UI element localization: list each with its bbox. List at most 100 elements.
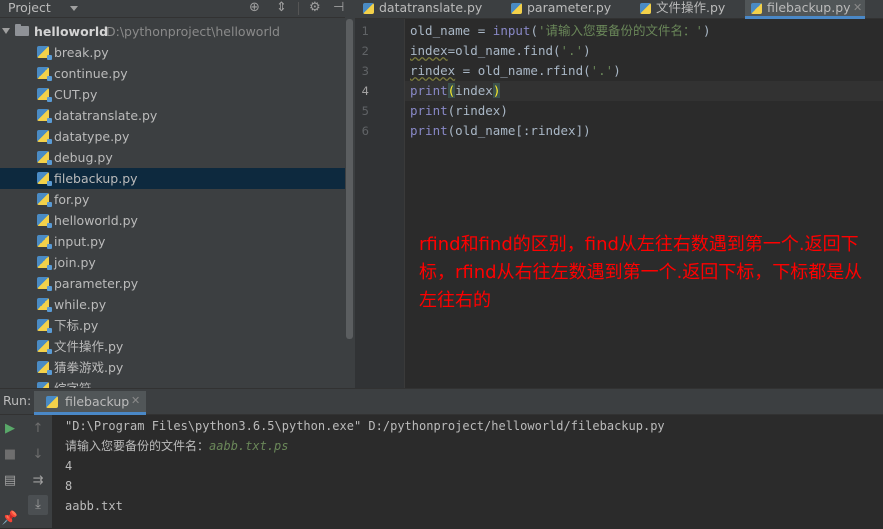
run-toolbar: ▶ ↑ ■ ↓ ▤ ⇉ ⤓ 📌 — [0, 415, 52, 528]
root-folder-name: helloworld — [34, 24, 109, 39]
file-name: join.py — [54, 255, 96, 270]
hide-icon[interactable]: ⊣ — [333, 0, 344, 16]
code-string: '请输入您要备份的文件名：' — [537, 23, 704, 38]
tree-file[interactable]: 综字符 — [0, 378, 345, 388]
console-user-input: aabb.txt.ps — [209, 439, 289, 453]
folder-icon — [15, 24, 29, 36]
code-token: index — [455, 83, 493, 98]
code-token: ) — [703, 23, 711, 38]
tree-file[interactable]: CUT.py — [0, 84, 345, 105]
tree-file[interactable]: continue.py — [0, 63, 345, 84]
active-tab-indicator — [745, 16, 865, 19]
file-name: filebackup.py — [54, 171, 138, 186]
python-file-icon — [37, 361, 52, 375]
tab-parameter[interactable]: parameter.py — [505, 0, 615, 18]
tree-file[interactable]: while.py — [0, 294, 345, 315]
code-token-warning: rindex — [410, 63, 456, 78]
project-panel-header: Project ⊕ ⇕ ⚙ ⊣ — [0, 0, 355, 18]
pin-icon[interactable]: 📌 — [0, 509, 20, 529]
code-line: print(old_name[:rindex]) — [410, 121, 591, 141]
python-file-icon — [37, 46, 52, 60]
python-file-icon — [37, 151, 52, 165]
code-keyword: print — [410, 83, 448, 98]
code-token: (old_name[:rindex]) — [447, 123, 591, 138]
close-icon[interactable]: ✕ — [131, 394, 140, 407]
target-icon[interactable]: ⊕ — [249, 0, 260, 16]
python-file-icon — [37, 193, 52, 207]
tab-filebackup[interactable]: filebackup.py ✕ — [745, 0, 865, 19]
python-file-icon — [363, 3, 374, 14]
arrow-down-icon[interactable]: ↓ — [28, 445, 48, 465]
tree-file[interactable]: 下标.py — [0, 315, 345, 336]
python-file-icon — [37, 109, 52, 123]
python-file-icon — [37, 277, 52, 291]
tree-file[interactable]: join.py — [0, 252, 345, 273]
chevron-down-icon[interactable] — [70, 6, 78, 11]
close-icon[interactable]: ✕ — [853, 0, 862, 16]
expand-arrow-icon[interactable] — [2, 28, 10, 34]
stop-icon[interactable]: ■ — [0, 445, 20, 465]
tree-file[interactable]: break.py — [0, 42, 345, 63]
file-name: 猜拳游戏.py — [54, 360, 124, 375]
tree-file-selected[interactable]: filebackup.py — [0, 168, 345, 189]
gear-icon[interactable]: ⚙ — [309, 0, 321, 16]
tab-file-operations[interactable]: 文件操作.py — [634, 0, 739, 18]
code-line: index=old_name.find('.') — [410, 41, 591, 61]
console-line: "D:\Program Files\python3.6.5\python.exe… — [65, 419, 665, 433]
tree-file[interactable]: helloworld.py — [0, 210, 345, 231]
file-name: 文件操作.py — [54, 339, 124, 354]
tree-file[interactable]: debug.py — [0, 147, 345, 168]
tree-file[interactable]: input.py — [0, 231, 345, 252]
tree-file[interactable]: for.py — [0, 189, 345, 210]
code-token-warning: index — [410, 43, 448, 58]
line-number-gutter: 1 2 3 4 5 6 — [355, 19, 405, 388]
tree-file[interactable]: datatranslate.py — [0, 105, 345, 126]
python-file-icon — [37, 214, 52, 228]
scroll-to-end-icon[interactable]: ⤓ — [28, 495, 48, 515]
python-file-icon — [37, 256, 52, 270]
arrow-up-icon[interactable]: ↑ — [28, 419, 48, 439]
project-tree: helloworld D:\pythonproject\helloworld b… — [0, 21, 345, 388]
soft-wrap-icon[interactable]: ⇉ — [28, 471, 48, 491]
file-name: datatype.py — [54, 129, 130, 144]
code-token: ) — [613, 63, 621, 78]
python-file-icon — [511, 3, 522, 14]
run-tab-filebackup[interactable]: filebackup ✕ — [34, 391, 146, 415]
run-icon[interactable]: ▶ — [0, 419, 20, 439]
code-token: old_name = — [410, 23, 493, 38]
run-tab-label: filebackup — [65, 394, 130, 409]
code-keyword: print — [410, 123, 448, 138]
collapse-icon[interactable]: ⇕ — [276, 0, 287, 16]
file-name: break.py — [54, 45, 109, 60]
file-name: datatranslate.py — [54, 108, 158, 123]
file-name: 下标.py — [54, 318, 99, 333]
code-string: '.' — [560, 43, 584, 58]
code-keyword: print — [410, 103, 448, 118]
scrollbar-thumb[interactable] — [346, 19, 353, 339]
tab-label: datatranslate.py — [379, 0, 483, 15]
python-file-icon — [37, 172, 52, 186]
file-name: for.py — [54, 192, 90, 207]
tree-file[interactable]: parameter.py — [0, 273, 345, 294]
file-name: input.py — [54, 234, 106, 249]
code-line: old_name = input('请输入您要备份的文件名：') — [410, 21, 711, 41]
tree-root-folder[interactable]: helloworld D:\pythonproject\helloworld — [0, 21, 345, 42]
layout-icon[interactable]: ▤ — [0, 471, 20, 491]
file-name: continue.py — [54, 66, 128, 81]
file-name: while.py — [54, 297, 107, 312]
tree-file[interactable]: 猜拳游戏.py — [0, 357, 345, 378]
python-file-icon — [46, 396, 58, 408]
tab-label: filebackup.py — [767, 0, 851, 15]
matched-brace: ) — [492, 83, 501, 98]
tree-file[interactable]: 文件操作.py — [0, 336, 345, 357]
project-panel-title[interactable]: Project — [8, 0, 51, 16]
python-file-icon — [37, 130, 52, 144]
editor-guide-line — [404, 19, 405, 363]
project-tree-scrollbar[interactable] — [345, 17, 355, 388]
file-name: parameter.py — [54, 276, 139, 291]
line-number: 1 — [361, 24, 369, 38]
python-file-icon — [37, 340, 52, 354]
tree-file[interactable]: datatype.py — [0, 126, 345, 147]
tab-datatranslate[interactable]: datatranslate.py — [357, 0, 485, 18]
code-keyword: input — [492, 23, 531, 38]
